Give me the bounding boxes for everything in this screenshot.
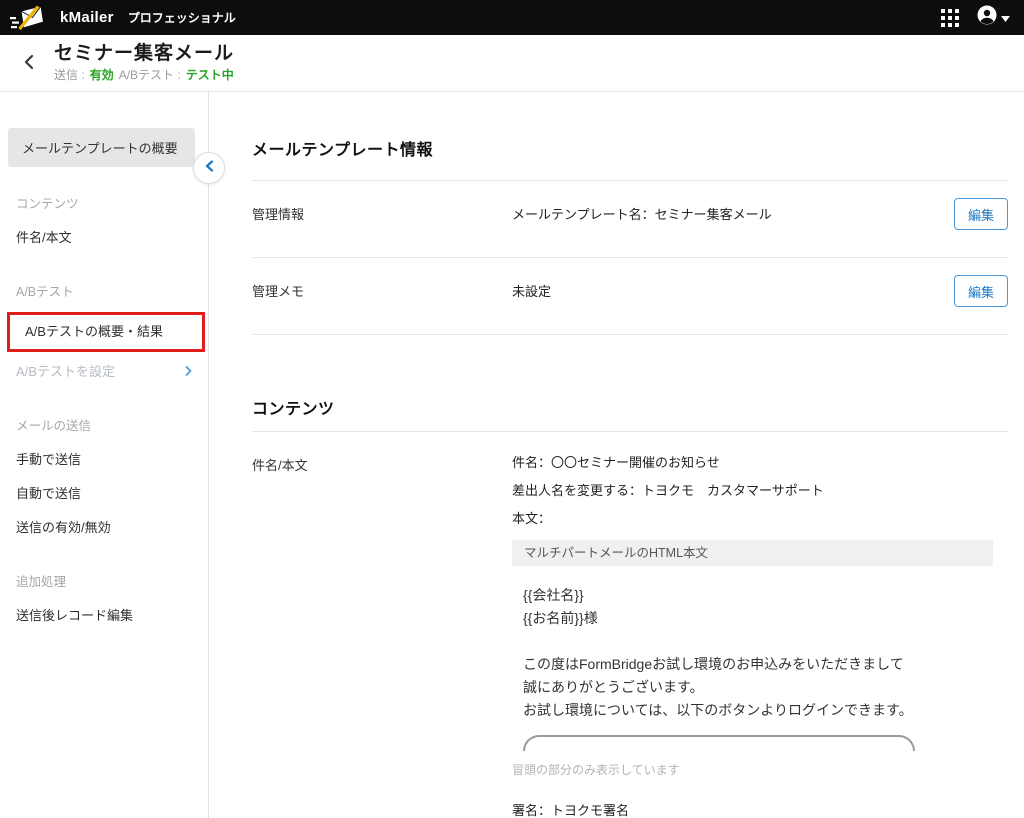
chevron-right-icon xyxy=(185,355,192,389)
body-type-bar: マルチパートメールのHTML本文 xyxy=(512,540,993,566)
chevron-left-icon xyxy=(23,54,35,73)
sidebar-collapse-button[interactable] xyxy=(193,152,225,184)
row-label: 管理メモ xyxy=(252,275,512,300)
sidebar-item-abtest-overview-results[interactable]: A/Bテストの概要・結果 xyxy=(7,312,205,352)
sidebar-section-abtest: A/Bテスト xyxy=(0,275,208,309)
sender-line: 差出人名を変更する：トヨクモ カスタマーサポート xyxy=(512,477,1008,505)
table-row-subject-body: 件名/本文 件名：〇〇セミナー開催のお知らせ 差出人名を変更する：トヨクモ カス… xyxy=(252,432,1008,818)
status-line: 送信 : 有効 A/Bテスト : テスト中 xyxy=(54,66,234,83)
back-button[interactable] xyxy=(14,48,44,78)
preview-line: お試し環境については、以下のボタンよりログインできます。 xyxy=(523,699,1008,722)
table-row-admin-memo: 管理メモ 未設定 編集 xyxy=(252,258,1008,335)
send-status-label: 送信 : xyxy=(54,66,85,83)
abtest-status-value: テスト中 xyxy=(186,66,234,83)
sidebar-item-subject-body[interactable]: 件名/本文 xyxy=(0,221,208,255)
body-layout: メールテンプレートの概要 コンテンツ 件名/本文 A/Bテスト A/Bテストの概… xyxy=(0,92,1024,818)
sidebar-item-auto-send[interactable]: 自動で送信 xyxy=(0,477,208,511)
user-avatar-icon xyxy=(977,5,997,30)
preview-blank-line xyxy=(523,630,1008,653)
subject-line: 件名：〇〇セミナー開催のお知らせ xyxy=(512,449,1008,477)
sidebar-item-label: A/Bテストを設定 xyxy=(16,355,115,389)
contents-heading: コンテンツ xyxy=(252,395,1008,419)
apps-grid-icon[interactable] xyxy=(941,9,959,27)
kmailer-logo-icon[interactable] xyxy=(10,4,46,31)
body-label: 本文： xyxy=(512,505,1008,533)
edit-admin-memo-button[interactable]: 編集 xyxy=(954,275,1008,307)
topbar-actions xyxy=(941,5,1010,30)
sidebar-section-contents: コンテンツ xyxy=(0,187,208,221)
email-body-preview: {{会社名}} {{お名前}}様 この度はFormBridgeお試し環境のお申込… xyxy=(512,584,1008,722)
chevron-down-icon xyxy=(1001,9,1010,27)
topbar: kMailer プロフェッショナル xyxy=(0,0,1024,35)
truncated-button-outline xyxy=(523,735,915,751)
main-content: メールテンプレート情報 管理情報 メールテンプレート名：セミナー集客メール 編集… xyxy=(209,92,1024,818)
sidebar-item-abtest-setup[interactable]: A/Bテストを設定 xyxy=(0,355,208,389)
sidebar-item-template-overview[interactable]: メールテンプレートの概要 xyxy=(8,128,195,167)
preview-line: 誠にありがとうございます。 xyxy=(523,676,1008,699)
table-row-admin-info: 管理情報 メールテンプレート名：セミナー集客メール 編集 xyxy=(252,181,1008,258)
brand-name[interactable]: kMailer xyxy=(60,9,114,26)
preview-line: {{お名前}}様 xyxy=(523,607,1008,630)
page-header: セミナー集客メール 送信 : 有効 A/Bテスト : テスト中 xyxy=(0,35,1024,92)
plan-label: プロフェッショナル xyxy=(128,9,236,26)
preview-line: この度はFormBridgeお試し環境のお申込みをいただきまして xyxy=(523,653,1008,676)
preview-note: 冒頭の部分のみ表示しています xyxy=(512,761,1008,778)
abtest-status-label: A/Bテスト : xyxy=(119,66,181,83)
template-info-heading: メールテンプレート情報 xyxy=(252,136,1008,160)
subject-body-detail: 件名：〇〇セミナー開催のお知らせ 差出人名を変更する：トヨクモ カスタマーサポー… xyxy=(512,449,1008,818)
page-header-text: セミナー集客メール 送信 : 有効 A/Bテスト : テスト中 xyxy=(54,43,234,83)
row-value: メールテンプレート名：セミナー集客メール xyxy=(512,198,954,223)
row-label: 件名/本文 xyxy=(252,449,512,474)
signature-line: 署名：トヨクモ署名 xyxy=(512,800,1008,818)
chevron-left-icon xyxy=(205,159,214,177)
sidebar: メールテンプレートの概要 コンテンツ 件名/本文 A/Bテスト A/Bテストの概… xyxy=(0,92,209,818)
row-label: 管理情報 xyxy=(252,198,512,223)
edit-admin-info-button[interactable]: 編集 xyxy=(954,198,1008,230)
sidebar-section-extra: 追加処理 xyxy=(0,565,208,599)
send-status-value: 有効 xyxy=(90,66,114,83)
sidebar-item-manual-send[interactable]: 手動で送信 xyxy=(0,443,208,477)
user-account-menu[interactable] xyxy=(977,5,1010,30)
topbar-brand-group: kMailer プロフェッショナル xyxy=(10,4,236,31)
page-title: セミナー集客メール xyxy=(54,43,234,65)
row-value: 未設定 xyxy=(512,275,954,300)
sidebar-item-post-send-record-edit[interactable]: 送信後レコード編集 xyxy=(0,599,208,633)
sidebar-item-send-enable-disable[interactable]: 送信の有効/無効 xyxy=(0,511,208,545)
sidebar-section-sending: メールの送信 xyxy=(0,409,208,443)
preview-line: {{会社名}} xyxy=(523,584,1008,607)
